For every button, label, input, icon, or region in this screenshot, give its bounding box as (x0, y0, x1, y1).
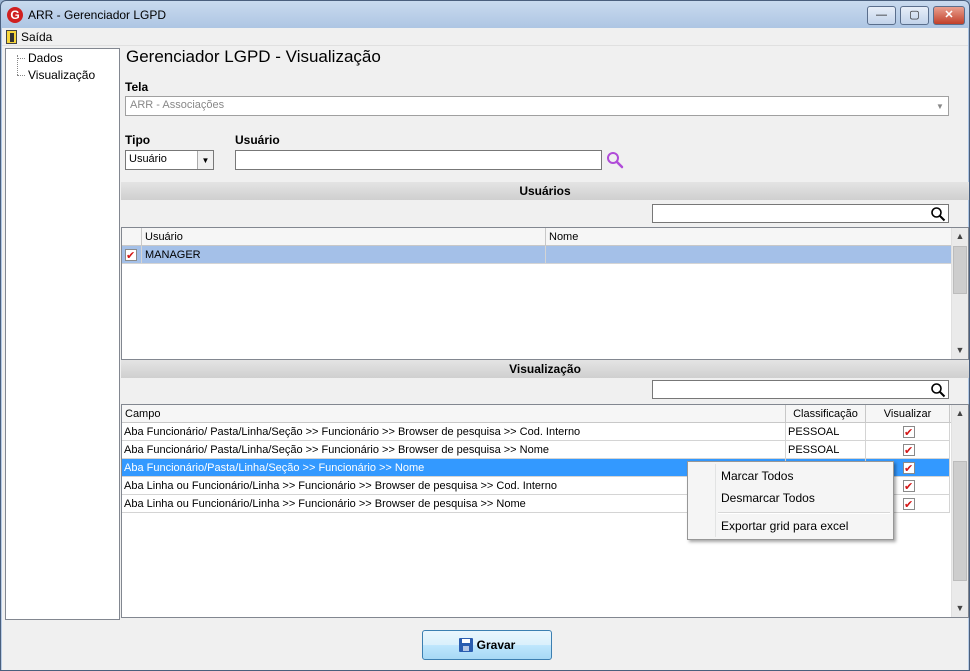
menu-exit-label: Saída (21, 30, 53, 44)
header-nome[interactable]: Nome (546, 228, 952, 246)
cell-campo: Aba Funcionário/ Pasta/Linha/Seção >> Fu… (122, 441, 786, 459)
tipo-label: Tipo (125, 133, 151, 147)
context-menu: Marcar Todos Desmarcar Todos Exportar gr… (687, 461, 894, 540)
maximize-button[interactable]: ▢ (900, 6, 929, 25)
menu-item-exportar-excel[interactable]: Exportar grid para excel (721, 519, 848, 533)
usuario-input[interactable] (235, 150, 602, 170)
grid-header: Usuário Nome (122, 228, 952, 246)
usuarios-grid: Usuário Nome MANAGER ▲ ▼ (121, 227, 969, 360)
header-check (122, 228, 142, 246)
cell-visualizar[interactable] (866, 441, 950, 459)
header-visualizar[interactable]: Visualizar (866, 405, 950, 423)
table-row[interactable]: Aba Funcionário/ Pasta/Linha/Seção >> Fu… (122, 441, 950, 459)
checkbox[interactable] (903, 478, 915, 495)
app-window: G ARR - Gerenciador LGPD — ▢ ✕ Saída Dad… (0, 0, 970, 671)
search-icon[interactable] (930, 382, 946, 398)
search-icon[interactable] (930, 206, 946, 222)
tree-connector (17, 75, 25, 76)
navigation-tree: Dados Visualização (5, 48, 120, 620)
tree-item-visualizacao[interactable]: Visualização (28, 68, 95, 82)
cell-usuario: MANAGER (142, 246, 546, 264)
checkbox[interactable] (903, 424, 915, 441)
tree-connector (17, 58, 25, 59)
chevron-down-icon[interactable]: ▼ (197, 151, 213, 169)
client-area: Dados Visualização Gerenciador LGPD - Vi… (2, 46, 969, 670)
menu-separator (718, 512, 890, 514)
checkbox[interactable] (125, 247, 137, 264)
scroll-thumb[interactable] (953, 246, 967, 294)
checkbox[interactable] (903, 496, 915, 513)
tree-item-dados[interactable]: Dados (28, 51, 63, 65)
floppy-disk-icon (458, 638, 473, 652)
menu-item-desmarcar-todos[interactable]: Desmarcar Todos (721, 491, 815, 505)
save-button-label: Gravar (476, 638, 516, 652)
usuario-label: Usuário (235, 133, 280, 147)
visualizacao-filter-input[interactable] (652, 380, 949, 399)
title-bar[interactable]: G ARR - Gerenciador LGPD — ▢ ✕ (1, 1, 969, 29)
cell-classificacao: PESSOAL (786, 423, 866, 441)
minimize-button[interactable]: — (867, 6, 896, 25)
save-button[interactable]: Gravar (422, 630, 552, 660)
scroll-up-icon[interactable]: ▲ (952, 228, 968, 245)
tipo-select[interactable]: Usuário ▼ (125, 150, 214, 170)
header-campo[interactable]: Campo (122, 405, 786, 423)
exit-door-icon (6, 30, 17, 44)
visualizacao-section-header: Visualização (121, 360, 969, 378)
usuarios-filter-input[interactable] (652, 204, 949, 223)
window-title: ARR - Gerenciador LGPD (28, 8, 167, 22)
row-check-cell[interactable] (122, 246, 142, 264)
menu-exit[interactable]: Saída (6, 29, 52, 45)
search-icon[interactable] (605, 150, 625, 170)
menu-item-marcar-todos[interactable]: Marcar Todos (721, 469, 793, 483)
cell-classificacao: PESSOAL (786, 441, 866, 459)
tela-select[interactable]: ARR - Associações ▼ (125, 96, 949, 116)
chevron-down-icon[interactable]: ▼ (932, 97, 948, 115)
app-logo-icon: G (7, 7, 23, 23)
tipo-select-value: Usuário (129, 153, 167, 165)
close-button[interactable]: ✕ (933, 6, 965, 25)
cell-visualizar[interactable] (866, 423, 950, 441)
page-title: Gerenciador LGPD - Visualização (126, 47, 381, 66)
scroll-down-icon[interactable]: ▼ (952, 342, 968, 359)
usuarios-section-header: Usuários (121, 182, 969, 200)
table-row[interactable]: MANAGER (122, 246, 952, 264)
usuarios-scrollbar[interactable]: ▲ ▼ (951, 228, 968, 359)
table-row[interactable]: Aba Funcionário/ Pasta/Linha/Seção >> Fu… (122, 423, 950, 441)
visualizacao-scrollbar[interactable]: ▲ ▼ (951, 405, 968, 617)
menu-bar: Saída (2, 28, 968, 46)
header-usuario[interactable]: Usuário (142, 228, 546, 246)
checkbox[interactable] (903, 442, 915, 459)
cell-nome (546, 246, 952, 264)
cell-campo: Aba Funcionário/ Pasta/Linha/Seção >> Fu… (122, 423, 786, 441)
checkbox[interactable] (903, 460, 915, 477)
scroll-down-icon[interactable]: ▼ (952, 600, 968, 617)
grid-header: Campo Classificação Visualizar (122, 405, 952, 423)
menu-gutter (715, 464, 716, 537)
tela-label: Tela (125, 80, 149, 94)
header-classificacao[interactable]: Classificação (786, 405, 866, 423)
scroll-up-icon[interactable]: ▲ (952, 405, 968, 422)
tela-select-value: ARR - Associações (130, 99, 225, 111)
scroll-thumb[interactable] (953, 461, 967, 581)
